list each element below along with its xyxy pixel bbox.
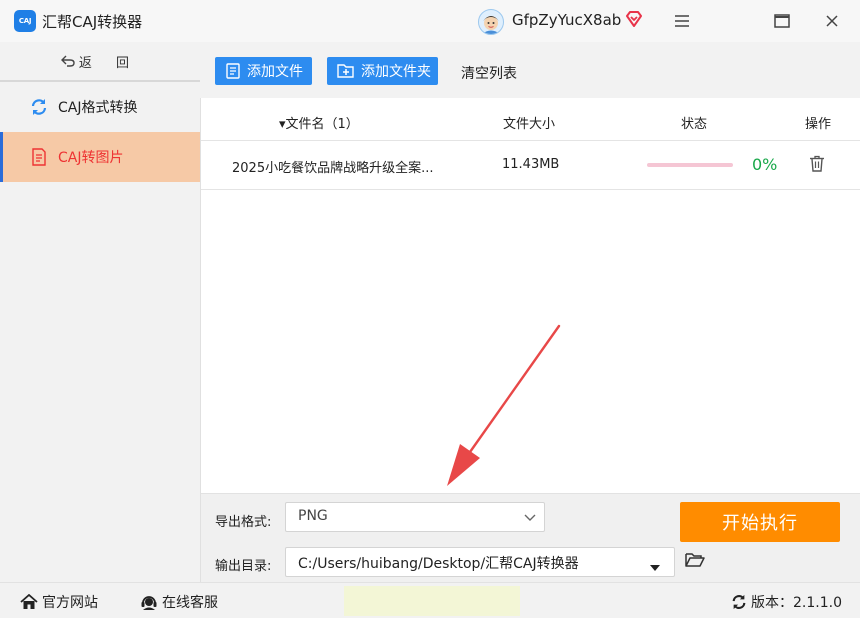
- version-label: 版本：2.1.1.0: [751, 595, 842, 611]
- output-dir-value: C:/Users/huibang/Desktop/汇帮CAJ转换器: [298, 556, 579, 572]
- column-header-action: 操作: [805, 117, 832, 132]
- vip-diamond-icon[interactable]: [625, 10, 643, 32]
- progress-bar: [647, 163, 733, 167]
- refresh-icon: [731, 594, 747, 610]
- back-button[interactable]: 返 回: [0, 42, 200, 82]
- add-file-label: 添加文件: [247, 64, 303, 80]
- back-arrow-icon: [60, 55, 75, 67]
- title-bar: CAJ 汇帮CAJ转换器 GfpZyYucX8ab: [0, 0, 860, 42]
- close-icon[interactable]: [819, 8, 845, 34]
- official-site-link[interactable]: 官方网站: [20, 592, 98, 612]
- add-folder-label: 添加文件夹: [361, 64, 431, 80]
- online-service-link[interactable]: 在线客服: [140, 592, 218, 612]
- chevron-down-icon: [524, 510, 536, 526]
- progress-percent: 0%: [752, 155, 778, 174]
- online-service-label: 在线客服: [162, 595, 218, 611]
- app-title: 汇帮CAJ转换器: [42, 13, 143, 31]
- refresh-icon: [30, 98, 48, 116]
- app-logo-text: CAJ: [18, 17, 32, 25]
- toolbar: 添加文件 添加文件夹 清空列表: [200, 42, 860, 98]
- footer: 官方网站 在线客服 版本：2.1.1.0: [0, 582, 860, 618]
- table-header: ▾文件名（1） 文件大小 状态 操作: [201, 98, 860, 141]
- column-header-size: 文件大小: [503, 117, 556, 132]
- home-icon: [20, 594, 38, 610]
- settings-panel: 导出格式: PNG 输出目录: C:/Users/huibang/Desktop…: [201, 493, 860, 583]
- column-header-name[interactable]: ▾文件名（1）: [279, 113, 359, 132]
- trash-icon[interactable]: [809, 155, 825, 176]
- sidebar-item-caj-image[interactable]: CAJ转图片: [0, 132, 200, 182]
- table-row[interactable]: 2025小吃餐饮品牌战略升级全案... 11.43MB 0%: [201, 141, 860, 190]
- add-file-icon: [225, 63, 241, 79]
- hamburger-menu-icon[interactable]: [669, 8, 695, 34]
- folder-open-icon[interactable]: [685, 552, 705, 572]
- sidebar: 返 回 CAJ格式转换 CAJ转图片: [0, 42, 201, 582]
- official-site-label: 官方网站: [42, 595, 98, 611]
- user-avatar[interactable]: [478, 9, 504, 35]
- version-info: 版本：2.1.1.0: [731, 592, 842, 612]
- export-format-value: PNG: [298, 508, 328, 524]
- sidebar-item-label: CAJ格式转换: [58, 100, 138, 116]
- export-format-select[interactable]: PNG: [285, 502, 545, 532]
- output-dir-select[interactable]: C:/Users/huibang/Desktop/汇帮CAJ转换器: [285, 547, 675, 577]
- clear-list-button[interactable]: 清空列表: [461, 63, 517, 83]
- sidebar-item-caj-format[interactable]: CAJ格式转换: [0, 82, 200, 132]
- background-watermark: [344, 586, 520, 616]
- document-icon: [30, 148, 48, 166]
- caret-down-icon: [650, 559, 660, 575]
- add-file-button[interactable]: 添加文件: [215, 57, 312, 85]
- file-list-panel: ▾文件名（1） 文件大小 状态 操作 2025小吃餐饮品牌战略升级全案... 1…: [201, 98, 860, 493]
- maximize-icon[interactable]: [769, 8, 795, 34]
- add-folder-icon: [337, 63, 355, 79]
- back-label: 返 回: [78, 55, 140, 71]
- sidebar-item-label: CAJ转图片: [58, 150, 124, 166]
- caj-app-icon: CAJ: [14, 10, 36, 32]
- username[interactable]: GfpZyYucX8ab: [512, 11, 621, 29]
- file-size-cell: 11.43MB: [502, 157, 560, 172]
- output-dir-label: 输出目录:: [215, 559, 272, 574]
- export-format-label: 导出格式:: [215, 515, 272, 530]
- add-folder-button[interactable]: 添加文件夹: [327, 57, 438, 85]
- avatar-face-icon: [482, 16, 500, 34]
- column-header-status: 状态: [681, 117, 708, 132]
- start-button[interactable]: 开始执行: [680, 502, 840, 542]
- headset-icon: [140, 594, 158, 611]
- file-name-cell: 2025小吃餐饮品牌战略升级全案...: [232, 161, 434, 176]
